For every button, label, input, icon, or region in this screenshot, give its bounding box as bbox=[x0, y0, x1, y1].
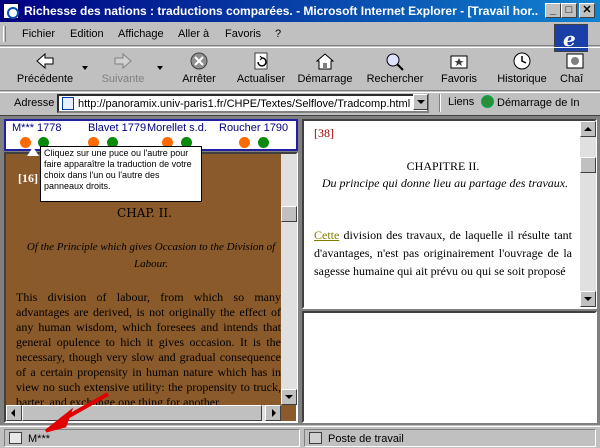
left-scroll-down-button[interactable] bbox=[281, 389, 297, 405]
home-label: Démarrage bbox=[297, 73, 353, 85]
history-label: Historique bbox=[497, 73, 547, 85]
right-body-text: Cette division des travaux, de laquelle … bbox=[314, 226, 572, 280]
forward-dropdown-icon[interactable] bbox=[157, 66, 163, 70]
back-button[interactable]: Précédente bbox=[14, 51, 76, 89]
address-label: Adresse bbox=[14, 97, 55, 109]
right-bottom-text-pane[interactable] bbox=[302, 311, 597, 423]
zone-text: Poste de travail bbox=[328, 433, 404, 445]
links-demarrage-label: Démarrage de In bbox=[497, 97, 580, 109]
right-scroll-up-button[interactable] bbox=[580, 121, 596, 137]
ie-page-icon[interactable] bbox=[3, 3, 19, 19]
links-demarrage[interactable]: Démarrage de In bbox=[481, 95, 580, 109]
favorites-label: Favoris bbox=[440, 73, 478, 85]
page-icon bbox=[62, 97, 74, 110]
menu-edition[interactable]: Edition bbox=[70, 28, 104, 40]
stop-icon bbox=[190, 52, 208, 70]
menu-bar: Fichier Edition Affichage Aller à Favori… bbox=[0, 22, 600, 46]
right-chapter-title: CHAPITRE II. bbox=[406, 159, 480, 173]
left-chapter-title: CHAP. II. bbox=[117, 206, 172, 220]
left-horizontal-scrollbar[interactable] bbox=[6, 405, 281, 421]
minimize-button[interactable]: _ bbox=[545, 3, 561, 18]
address-url[interactable]: http://panoramix.univ-paris1.fr/CHPE/Tex… bbox=[78, 98, 410, 110]
left-vertical-scrollbar[interactable] bbox=[281, 154, 297, 405]
menu-aller-a[interactable]: Aller à bbox=[178, 28, 209, 40]
menu-help[interactable]: ? bbox=[275, 28, 281, 40]
right-page-number: [38] bbox=[314, 126, 334, 140]
right-top-text-pane[interactable]: [38] CHAPITRE II. Du principe qui donne … bbox=[302, 119, 597, 309]
address-input[interactable]: http://panoramix.univ-paris1.fr/CHPE/Tex… bbox=[57, 94, 429, 113]
channels-icon bbox=[566, 53, 584, 69]
computer-icon bbox=[309, 432, 322, 444]
address-dropdown-button[interactable] bbox=[413, 94, 428, 110]
forward-button[interactable]: Suivante bbox=[94, 51, 152, 89]
left-chapter-subtitle: Of the Principle which gives Occasion to… bbox=[26, 241, 276, 270]
home-button[interactable]: Démarrage bbox=[296, 51, 354, 89]
page-status-icon bbox=[9, 432, 22, 444]
left-page-number: [16] bbox=[18, 171, 38, 185]
roucher-left-dot[interactable] bbox=[239, 137, 250, 148]
translation-label-blavet: Blavet 1779 bbox=[88, 122, 147, 134]
status-bar: M*** Poste de travail bbox=[0, 426, 600, 448]
right-scroll-down-button[interactable] bbox=[580, 291, 596, 307]
menu-fichier[interactable]: Fichier bbox=[22, 28, 55, 40]
back-dropdown-icon[interactable] bbox=[82, 66, 88, 70]
left-scroll-left-button[interactable] bbox=[6, 405, 22, 421]
browser-window: Richesse des nations : traductions compa… bbox=[0, 0, 600, 448]
zone-pane: Poste de travail bbox=[304, 429, 596, 447]
left-hscroll-thumb[interactable] bbox=[22, 405, 262, 421]
maximize-button[interactable]: □ bbox=[561, 3, 577, 18]
back-label: Précédente bbox=[16, 73, 74, 85]
toolbar-grip[interactable] bbox=[3, 26, 6, 42]
status-text: M*** bbox=[28, 433, 51, 445]
links-label[interactable]: Liens bbox=[448, 96, 474, 108]
instruction-tooltip: Cliquez sur une puce ou l'autre pour fai… bbox=[40, 146, 202, 202]
forward-label: Suivante bbox=[101, 73, 145, 85]
close-button[interactable]: ✕ bbox=[579, 3, 595, 18]
right-chapter-subtitle: Du principe qui donne lieu au partage de… bbox=[321, 176, 569, 190]
roucher-right-dot[interactable] bbox=[258, 137, 269, 148]
translation-label-roucher: Roucher 1790 bbox=[219, 122, 289, 134]
menu-affichage[interactable]: Affichage bbox=[118, 28, 164, 40]
left-body-text: This division of labour, from which so m… bbox=[16, 290, 281, 409]
forward-arrow-icon bbox=[114, 52, 132, 70]
translation-label-morellet: Morellet s.d. bbox=[147, 122, 207, 134]
window-title: Richesse des nations : traductions compa… bbox=[24, 4, 539, 18]
right-body-rest: division des travaux, de laquelle il rés… bbox=[314, 228, 572, 278]
favorites-button[interactable]: Favoris bbox=[436, 51, 482, 89]
translation-label-m: M*** 1778 bbox=[12, 122, 62, 134]
menu-favoris[interactable]: Favoris bbox=[225, 28, 261, 40]
right-top-vertical-scrollbar[interactable] bbox=[580, 121, 596, 307]
left-vscroll-thumb[interactable] bbox=[281, 206, 297, 222]
stop-button[interactable]: Arrêter bbox=[174, 51, 224, 89]
back-arrow-icon bbox=[36, 52, 54, 70]
search-label: Rechercher bbox=[366, 73, 424, 85]
refresh-icon bbox=[254, 52, 268, 70]
refresh-button[interactable]: Actualiser bbox=[233, 51, 289, 89]
home-icon bbox=[315, 53, 335, 70]
globe-icon bbox=[481, 95, 494, 108]
search-button[interactable]: Rechercher bbox=[364, 51, 426, 89]
mouse-cursor-icon bbox=[27, 147, 39, 156]
refresh-label: Actualiser bbox=[236, 73, 286, 85]
history-icon bbox=[513, 52, 531, 70]
right-vscroll-thumb[interactable] bbox=[580, 157, 596, 173]
highlighted-word-link[interactable]: Cette bbox=[314, 228, 339, 242]
address-separator bbox=[439, 94, 441, 112]
title-bar[interactable]: Richesse des nations : traductions compa… bbox=[0, 0, 600, 22]
channels-label: Chaî bbox=[560, 73, 584, 85]
status-text-pane: M*** bbox=[4, 429, 300, 447]
left-scroll-right-button[interactable] bbox=[265, 405, 281, 421]
favorites-folder-icon bbox=[450, 55, 468, 69]
history-button[interactable]: Historique bbox=[494, 51, 550, 89]
stop-label: Arrêter bbox=[182, 73, 216, 85]
channels-button[interactable]: Chaî bbox=[560, 51, 600, 89]
search-icon bbox=[386, 53, 404, 71]
standard-toolbar: Précédente Suivante Arrêter Actualiser D… bbox=[0, 47, 600, 91]
